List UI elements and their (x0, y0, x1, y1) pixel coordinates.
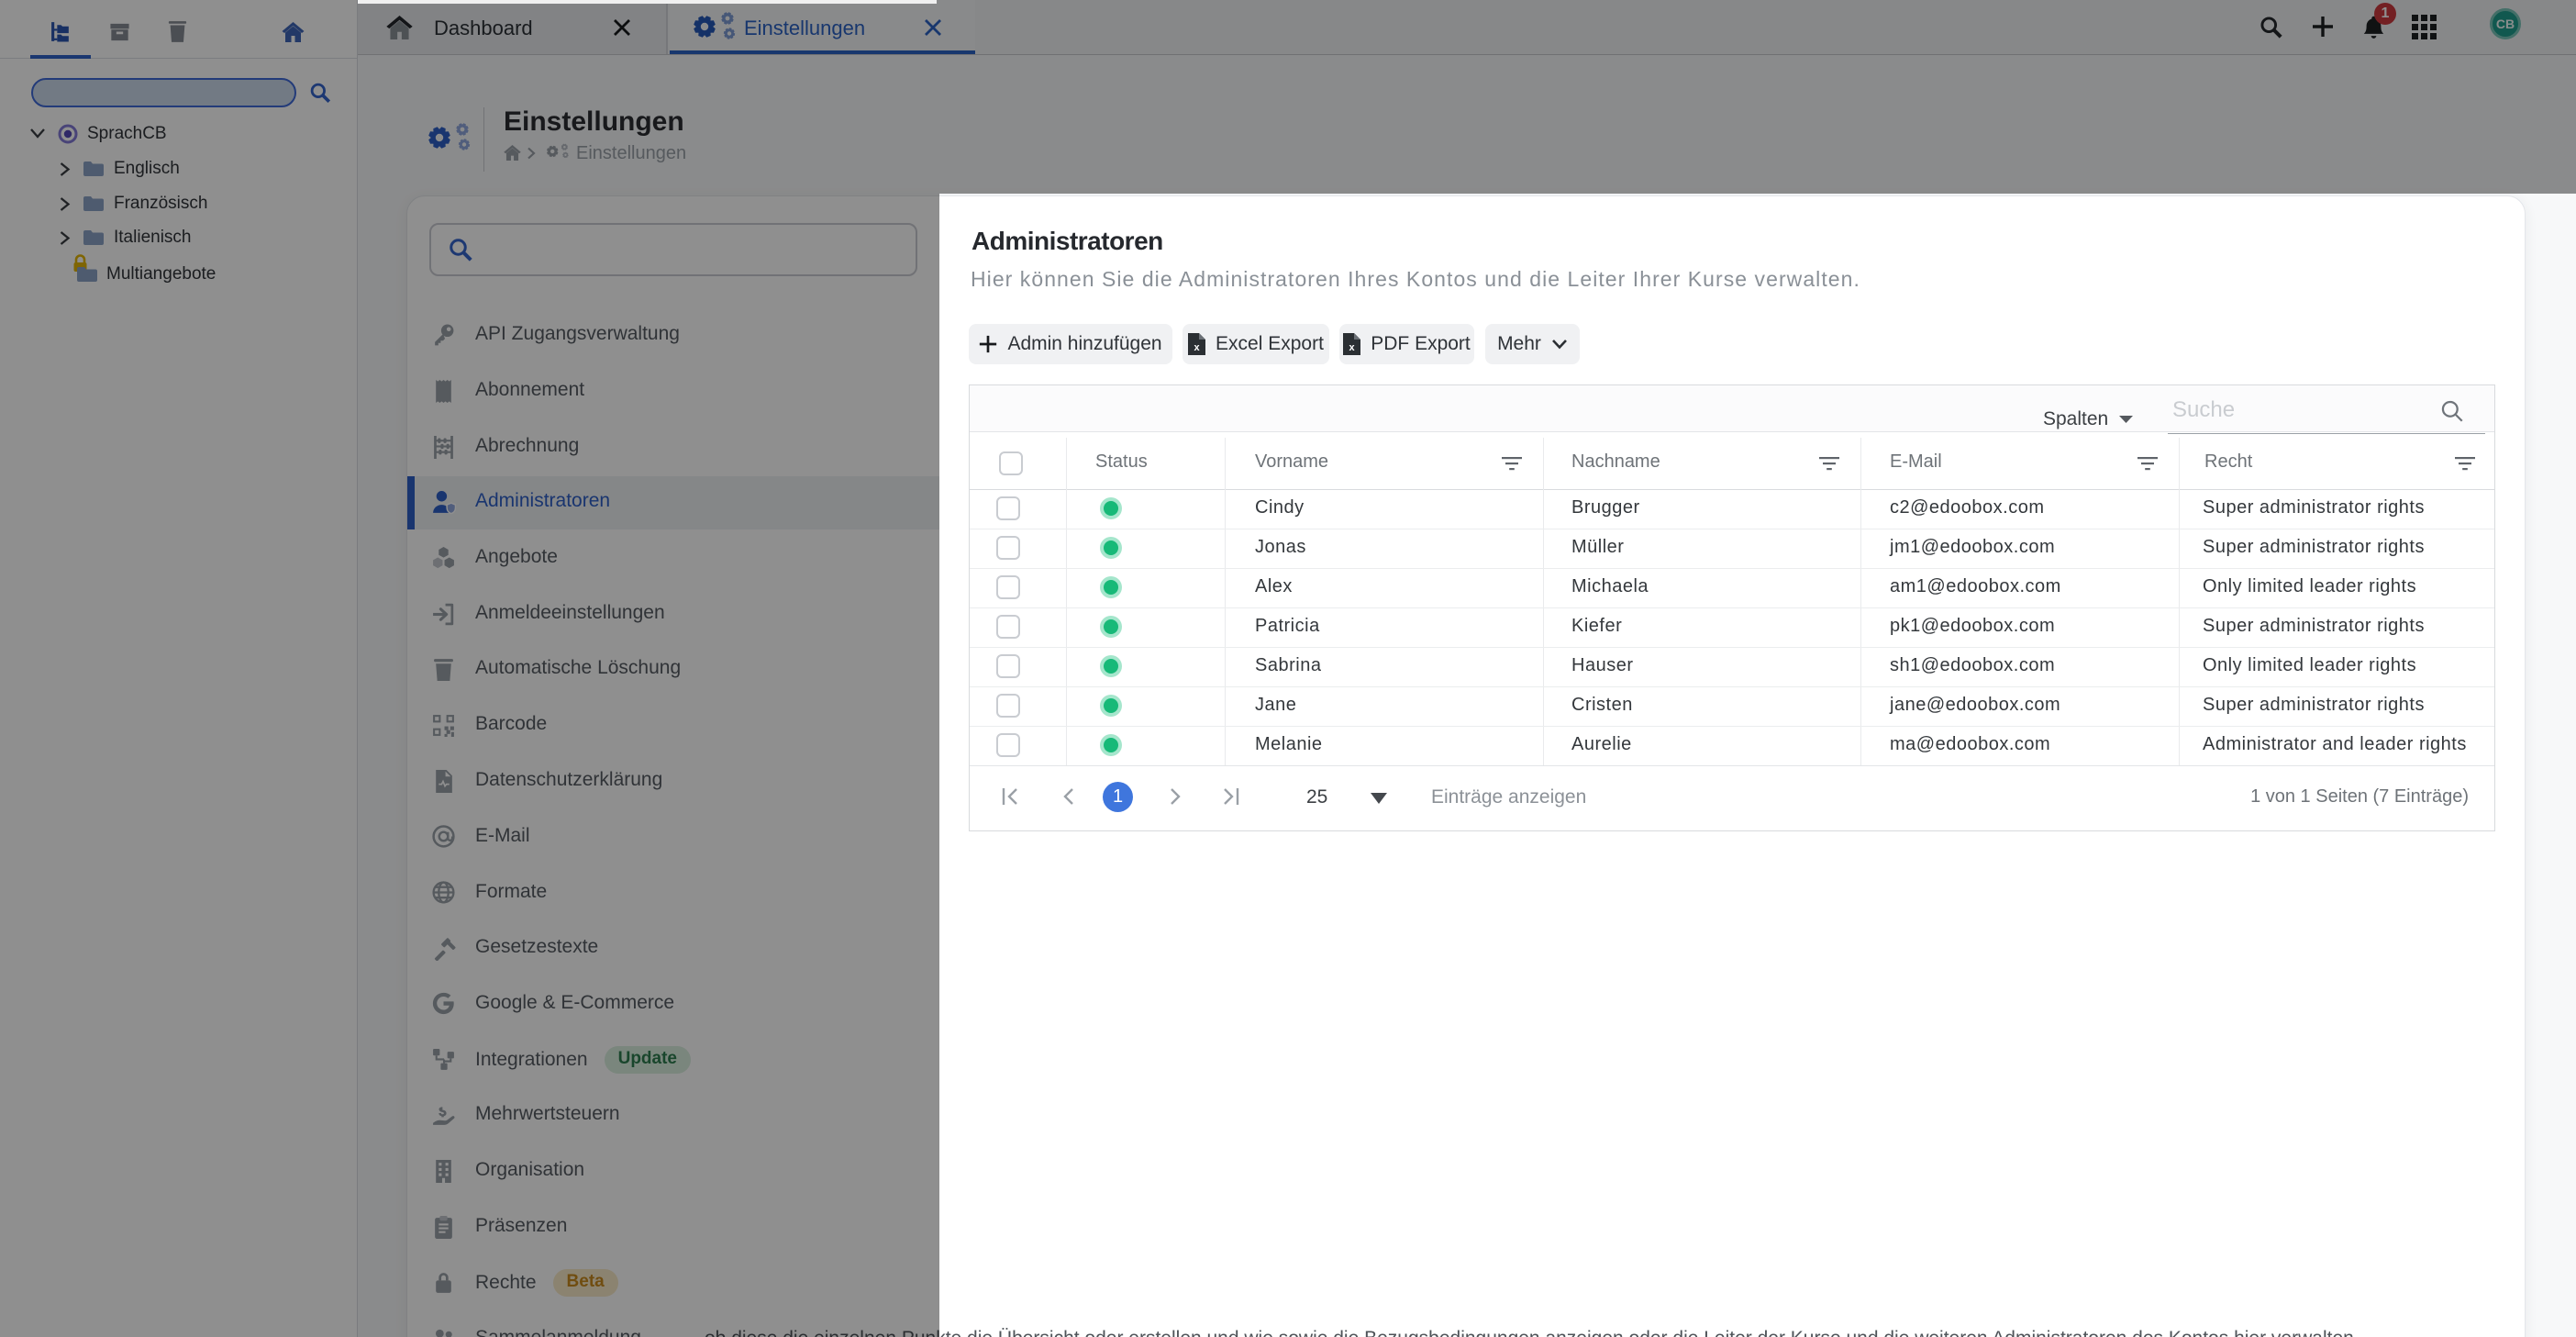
svg-text:x: x (1349, 342, 1356, 353)
svg-text:x: x (1194, 342, 1200, 353)
